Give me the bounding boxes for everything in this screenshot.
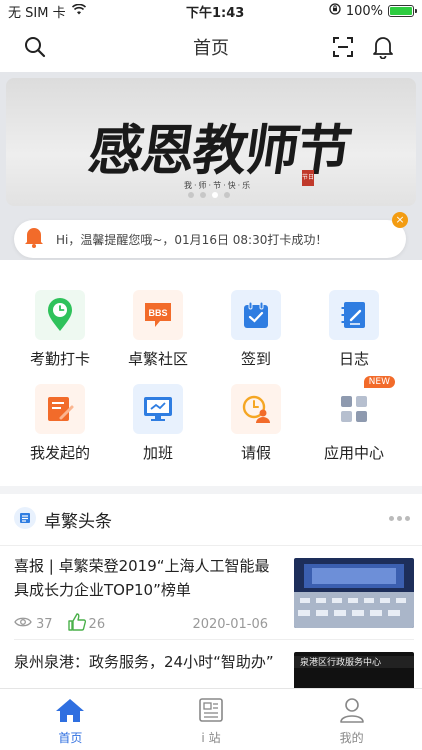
tab-i-station[interactable]: i 站: [141, 689, 282, 750]
checkin-notice[interactable]: Hi，温馨提醒您哦~，01月16日 08:30打卡成功！: [14, 220, 406, 258]
clock-person-icon: [231, 384, 281, 434]
battery-icon: [388, 5, 417, 17]
grid-item-journal[interactable]: 日志: [304, 290, 404, 369]
carousel-dot[interactable]: [212, 192, 218, 198]
home-icon: [55, 697, 85, 727]
grid-label: 加班: [142, 444, 173, 462]
news-header: 卓繁头条: [0, 494, 422, 546]
tab-label: 首页: [58, 731, 83, 745]
notebook-icon: [329, 290, 379, 340]
grid-label: 请假: [240, 444, 271, 462]
carousel-dot[interactable]: [200, 192, 206, 198]
svg-text:BBS: BBS: [148, 308, 167, 318]
bell-alert-icon: [24, 226, 44, 252]
tab-label: i 站: [201, 731, 221, 745]
article-meta: 37 26 2020-01-06: [14, 612, 268, 636]
status-time: 下午1:43: [186, 5, 245, 21]
grid-item-initiated[interactable]: 我发起的: [10, 384, 110, 463]
document-edit-icon: [35, 384, 85, 434]
carousel-dot[interactable]: [188, 192, 194, 198]
function-grid: 考勤打卡 BBS 卓繁社区 签到 日志 我发起的 加班 请假 NEW 应用中心: [0, 260, 422, 486]
thumb-text: 泉港区行政服务中心: [300, 656, 381, 668]
grid-item-overtime[interactable]: 加班: [108, 384, 208, 463]
grid-item-community[interactable]: BBS 卓繁社区: [108, 290, 208, 369]
article-thumbnail: [294, 558, 414, 628]
calendar-check-icon: [231, 290, 281, 340]
banner-title: 感恩教师节: [84, 118, 354, 182]
close-icon[interactable]: ×: [392, 212, 408, 228]
grid-label: 签到: [240, 350, 271, 368]
new-badge: NEW: [363, 376, 395, 388]
rotation-lock-icon: [329, 3, 341, 19]
grid-label: 日志: [338, 350, 369, 368]
article-title: 喜报 | 卓繁荣登2019“上海人工智能最具成长力企业TOP10”榜单: [14, 557, 270, 599]
carrier-label: 无 SIM 卡: [8, 5, 66, 21]
bell-icon[interactable]: [370, 34, 396, 60]
bbs-icon: BBS: [133, 290, 183, 340]
banner-subtitle: 我·师·节·快·乐: [184, 181, 253, 190]
grid-label: 考勤打卡: [29, 350, 90, 368]
article-divider: [14, 639, 414, 640]
wifi-icon: [71, 3, 86, 19]
article-thumbnail: 泉港区行政服务中心: [294, 652, 414, 688]
location-clock-icon: [35, 290, 85, 340]
tab-home[interactable]: 首页: [0, 689, 141, 750]
notice-text: Hi，温馨提醒您哦~，01月16日 08:30打卡成功！: [56, 232, 328, 247]
news-section: 卓繁头条 喜报 | 卓繁荣登2019“上海人工智能最具成长力企业TOP10”榜单…: [0, 494, 422, 688]
nav-bar: 首页: [0, 22, 422, 72]
grid-label: 应用中心: [323, 444, 384, 462]
like-icon[interactable]: [67, 612, 87, 636]
grid-label: 我发起的: [29, 444, 90, 462]
eye-icon: [14, 616, 32, 632]
banner-seal: 节日: [302, 170, 314, 186]
article-date: 2020-01-06: [192, 616, 268, 632]
page-title: 首页: [193, 38, 229, 59]
more-icon[interactable]: [389, 516, 410, 521]
tab-mine[interactable]: 我的: [281, 689, 422, 750]
news-title: 卓繁头条: [44, 512, 112, 532]
search-icon[interactable]: [22, 34, 48, 60]
newspaper-icon: [14, 506, 36, 533]
battery-percent: 100%: [345, 3, 383, 19]
banner-area: 感恩教师节 我·师·节·快·乐 节日 Hi，温馨提醒您哦~，01月16日 08:…: [0, 72, 422, 260]
grid-item-attendance[interactable]: 考勤打卡: [10, 290, 110, 369]
scan-icon[interactable]: [330, 34, 356, 60]
news-icon: [197, 697, 225, 727]
grid-label: 卓繁社区: [127, 350, 188, 368]
view-count: 37: [36, 616, 53, 632]
apps-grid-icon: NEW: [329, 376, 395, 434]
grid-item-app-center[interactable]: NEW 应用中心: [304, 376, 404, 463]
carousel-dot[interactable]: [224, 192, 230, 198]
banner-carousel[interactable]: 感恩教师节 我·师·节·快·乐 节日: [6, 78, 416, 206]
article-title: 泉州泉港：政务服务，24小时“智助办”: [14, 653, 274, 671]
news-article[interactable]: 泉州泉港：政务服务，24小时“智助办” 泉港区行政服务中心: [14, 650, 414, 688]
grid-item-leave[interactable]: 请假: [206, 384, 306, 463]
tab-bar: 首页 i 站 我的: [0, 688, 422, 750]
like-count: 26: [88, 616, 106, 632]
tab-label: 我的: [339, 731, 364, 745]
carousel-dots: [188, 192, 230, 198]
grid-item-signin[interactable]: 签到: [206, 290, 306, 369]
status-bar: 无 SIM 卡 下午1:43 100%: [0, 0, 422, 22]
battery-level: [390, 7, 412, 15]
monitor-icon: [133, 384, 183, 434]
news-article[interactable]: 喜报 | 卓繁荣登2019“上海人工智能最具成长力企业TOP10”榜单 37 2…: [14, 554, 414, 636]
user-icon: [339, 697, 365, 727]
